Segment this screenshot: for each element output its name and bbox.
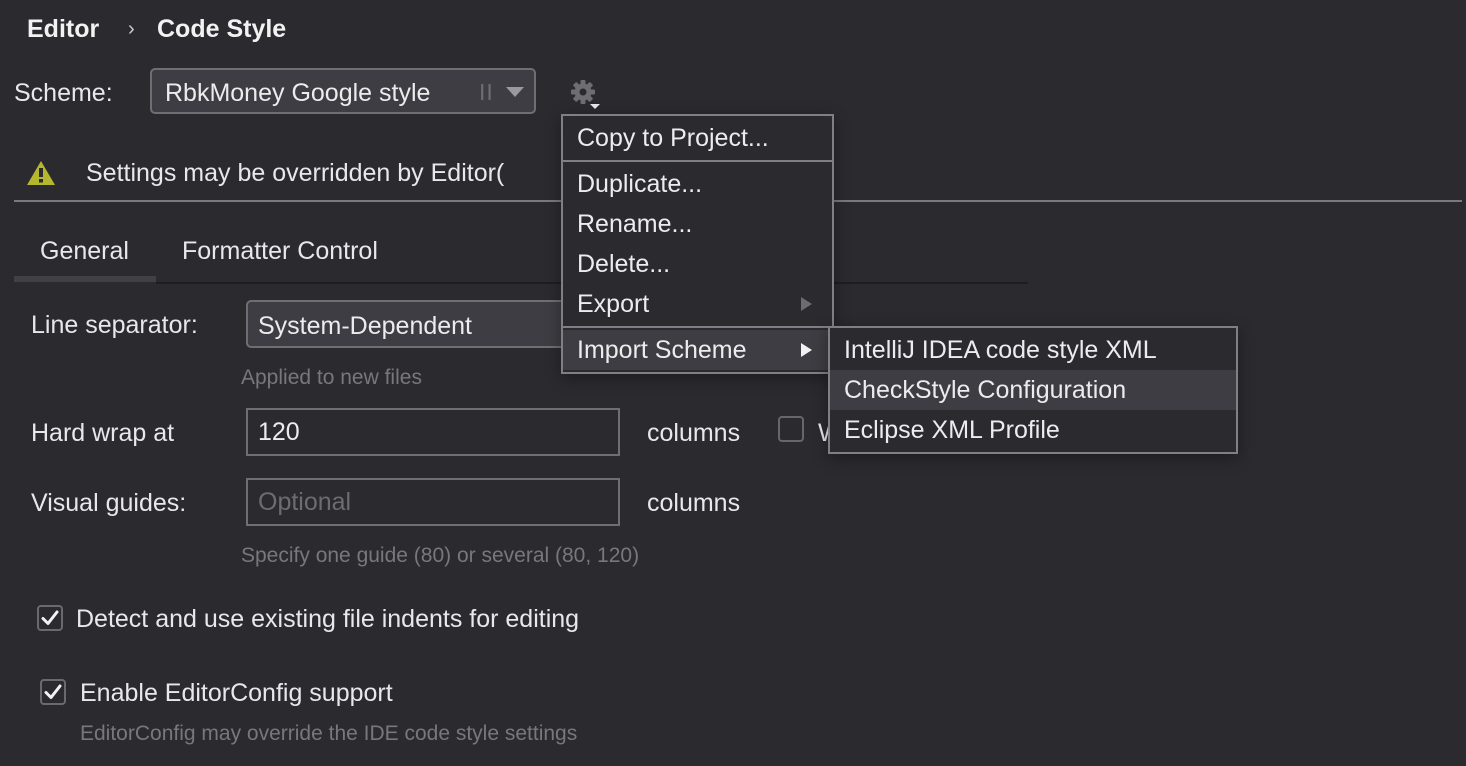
submenu-item-label: IntelliJ IDEA code style XML [844, 336, 1157, 364]
scheme-dropdown[interactable]: RbkMoney Google style II [150, 68, 536, 114]
detect-indents-checkbox[interactable] [37, 605, 63, 631]
ide-scope-icon: II [479, 79, 494, 105]
tab-formatter-control-label: Formatter Control [182, 237, 378, 265]
menu-separator [563, 160, 832, 162]
editorconfig-hint: EditorConfig may override the IDE code s… [80, 722, 578, 745]
scheme-selected-value: RbkMoney Google style [165, 79, 431, 107]
checkmark-icon [41, 610, 59, 625]
warning-triangle-icon [27, 161, 55, 185]
scheme-actions-menu: Copy to Project... Duplicate... Rename..… [561, 114, 834, 374]
editorconfig-warning-text: Settings may be overridden by Editor( [86, 159, 505, 187]
menu-item-label: Import Scheme [577, 336, 747, 364]
tab-general-label: General [40, 237, 129, 265]
breadcrumb-separator-icon: › [128, 18, 135, 40]
line-separator-hint: Applied to new files [241, 366, 422, 389]
line-separator-label: Line separator: [31, 311, 198, 339]
scheme-actions-gear-button[interactable] [568, 78, 602, 112]
wrap-on-typing-checkbox[interactable] [778, 416, 804, 442]
menu-item-import-scheme[interactable]: Import Scheme [563, 330, 832, 370]
line-separator-dropdown[interactable]: System-Dependent [246, 300, 576, 348]
menu-item-label: Export [577, 290, 650, 318]
menu-item-label: Rename... [577, 210, 693, 238]
page-title: Code Style [157, 15, 287, 43]
visual-guides-label: Visual guides: [31, 489, 187, 517]
active-tab-indicator [14, 276, 156, 282]
menu-item-copy-to-project[interactable]: Copy to Project... [563, 118, 832, 158]
hard-wrap-unit: columns [647, 419, 741, 447]
chevron-down-icon [506, 87, 524, 97]
scheme-label: Scheme: [14, 79, 113, 107]
menu-separator [563, 326, 832, 328]
checkmark-icon [44, 684, 62, 699]
hard-wrap-label: Hard wrap at [31, 419, 175, 447]
submenu-arrow-icon [801, 343, 812, 357]
submenu-item-intellij-xml[interactable]: IntelliJ IDEA code style XML [830, 330, 1236, 370]
submenu-arrow-icon [801, 297, 812, 311]
enable-editorconfig-checkbox[interactable] [40, 679, 66, 705]
detect-indents-label: Detect and use existing file indents for… [76, 605, 580, 633]
submenu-item-label: CheckStyle Configuration [844, 376, 1127, 404]
line-separator-value: System-Dependent [258, 312, 473, 340]
menu-item-label: Duplicate... [577, 170, 703, 198]
menu-item-duplicate[interactable]: Duplicate... [563, 164, 832, 204]
breadcrumb-editor[interactable]: Editor [27, 15, 99, 44]
hard-wrap-input[interactable] [246, 408, 620, 456]
submenu-item-eclipse-xml[interactable]: Eclipse XML Profile [830, 410, 1236, 450]
menu-item-label: Copy to Project... [577, 124, 769, 152]
submenu-item-label: Eclipse XML Profile [844, 416, 1060, 444]
submenu-item-checkstyle[interactable]: CheckStyle Configuration [830, 370, 1236, 410]
menu-item-delete[interactable]: Delete... [563, 244, 832, 284]
enable-editorconfig-label: Enable EditorConfig support [80, 679, 393, 707]
menu-item-rename[interactable]: Rename... [563, 204, 832, 244]
visual-guides-unit: columns [647, 489, 741, 517]
tab-general[interactable]: General [14, 228, 156, 284]
visual-guides-hint: Specify one guide (80) or several (80, 1… [241, 544, 640, 567]
menu-item-label: Delete... [577, 250, 671, 278]
import-scheme-submenu: IntelliJ IDEA code style XML CheckStyle … [828, 326, 1238, 454]
gear-icon [571, 80, 600, 109]
visual-guides-input[interactable] [246, 478, 620, 526]
menu-item-export[interactable]: Export [563, 284, 832, 324]
